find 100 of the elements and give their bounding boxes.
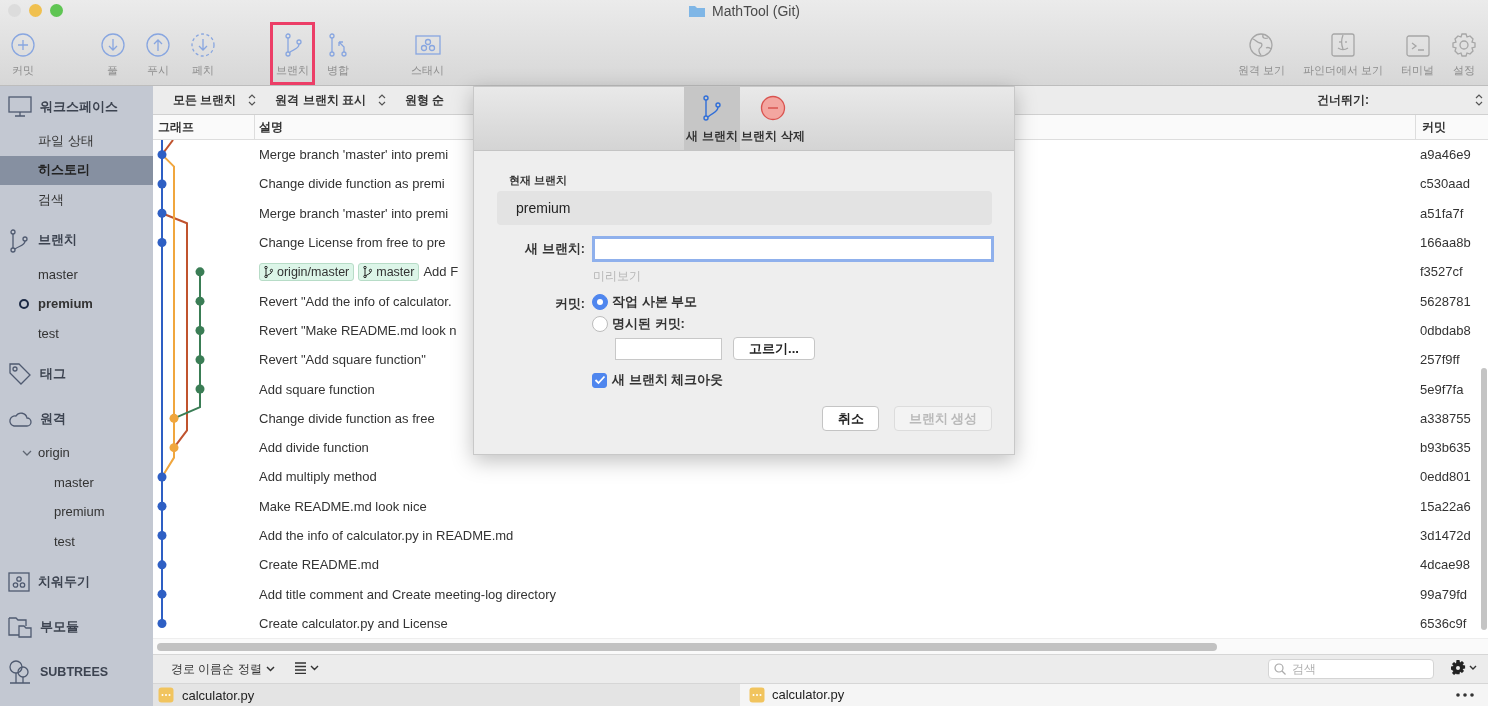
commit-dot (195, 296, 205, 306)
radio-option[interactable]: 작업 사본 부모 (592, 291, 994, 313)
commit-message: Merge branch 'master' into premi (259, 205, 449, 221)
commit-hash: a51fa7f (1420, 205, 1465, 221)
commit-message: Change License from free to pre (259, 235, 446, 251)
commit-hash: 0edd801 (1420, 469, 1472, 485)
current-branch-field: premium (497, 191, 992, 225)
commit-hash: f3527cf (1420, 264, 1464, 280)
commit-message: Revert "Make README.md look n (259, 322, 457, 338)
sidebar-item[interactable]: 파일 상태 (0, 126, 153, 156)
sidebar-section[interactable]: 워크스페이스 (0, 88, 153, 126)
commit-message: Change divide function as premi (259, 176, 445, 192)
window-title: MathTool (Git) (712, 3, 800, 19)
sidebar-section[interactable]: 브랜치 (0, 221, 153, 260)
sidebar-item[interactable]: test (0, 526, 153, 556)
radio-button[interactable] (592, 316, 608, 332)
file-name: calculator.py (772, 687, 845, 703)
sidebar-item[interactable]: premium (0, 289, 153, 319)
checkout-option[interactable]: 새 브랜치 체크아웃 (592, 371, 994, 389)
field-label: 커밋: (553, 296, 586, 313)
commit-input[interactable] (615, 337, 722, 360)
more-icon[interactable] (1456, 693, 1474, 697)
sidebar-section[interactable]: SUBTREES (0, 653, 153, 691)
commit-dot (169, 413, 179, 423)
sidebar-item[interactable]: test (0, 318, 153, 348)
plus-icon (10, 33, 35, 57)
current-branch-icon (19, 298, 29, 309)
choose-button[interactable]: 고르기... (733, 337, 815, 360)
commit-message: Add divide function (259, 440, 369, 456)
updown-icon (248, 94, 257, 106)
commit-message: Change divide function as free (259, 410, 435, 426)
sort-dropdown[interactable]: 경로 이름순 정렬 (167, 658, 279, 680)
commit-dot (157, 179, 167, 189)
commit-message: Create calculator.py and License (259, 615, 448, 631)
commit-message: Revert "Add the info of calculator. (259, 293, 452, 309)
scrollbar-thumb[interactable] (157, 642, 1217, 651)
settings-icon (1452, 33, 1476, 57)
zoom-button[interactable] (50, 4, 63, 17)
dialog-tab[interactable]: 브랜치 삭제 (740, 87, 806, 150)
filter-dropdown[interactable]: 원격 브랜치 표시 (275, 91, 386, 109)
commit-hash: 6536c9f (1420, 615, 1468, 631)
dialog-tab[interactable]: 새 브랜치 (684, 87, 740, 150)
sidebar-section[interactable]: 원격 (0, 400, 153, 438)
sidebar-item[interactable]: 검색 (0, 185, 153, 215)
jump-label: 건너뛰기: (1317, 91, 1369, 109)
sidebar-item[interactable]: 히스토리 (0, 155, 153, 185)
field-label: 새 브랜치: (524, 241, 586, 258)
sidebar-section[interactable]: 치워두기 (0, 563, 153, 601)
scrollbar-thumb[interactable] (1481, 368, 1487, 630)
radio-button[interactable] (592, 294, 608, 310)
commit-message: Add square function (259, 381, 375, 397)
checkbox[interactable] (592, 372, 607, 388)
filter-dropdown[interactable]: 모든 브랜치 (173, 91, 257, 109)
commit-message: Add title comment and Create meeting-log directory (259, 586, 556, 602)
branch-tag: master (358, 262, 420, 281)
commit-hash: 3d1472d (1420, 528, 1472, 543)
sidebar-section[interactable]: 부모듈 (0, 608, 153, 646)
column-header[interactable]: 커밋 (1415, 115, 1488, 139)
tag-icon (8, 362, 32, 386)
branch-icon (8, 228, 30, 253)
updown-icon[interactable] (1475, 94, 1483, 106)
commit-dot (157, 589, 167, 599)
commit-hash: 15a22a6 (1420, 498, 1472, 514)
dialog-button[interactable]: 취소 (822, 406, 879, 431)
minimize-button[interactable] (29, 4, 42, 17)
commit-dot (157, 501, 167, 511)
commit-dot (157, 472, 167, 482)
commit-message: Add multiply method (259, 469, 377, 485)
folders-icon (8, 616, 32, 638)
commit-hash: c530aad (1420, 176, 1471, 192)
preview-text: 미리보기 (592, 268, 642, 285)
finder-icon (1330, 33, 1355, 57)
updown-icon (378, 94, 386, 106)
sidebar-item[interactable]: premium (0, 497, 153, 527)
commit-dot (157, 150, 167, 160)
commit-dot (157, 560, 167, 570)
cloud-icon (8, 411, 32, 427)
minus-circle-icon (760, 95, 786, 121)
commit-dot (195, 384, 205, 394)
column-header[interactable]: 그래프 (153, 115, 255, 139)
monitor-icon (8, 96, 32, 118)
radio-option[interactable]: 명시된 커밋: (592, 313, 994, 335)
field-label: 현재 브랜치 (508, 173, 569, 188)
tree-icon (8, 660, 32, 684)
sidebar-item[interactable]: master (0, 467, 153, 497)
commit-message: Create README.md (259, 557, 379, 573)
filter-dropdown[interactable]: 원형 순 (405, 91, 445, 109)
branch-name-input[interactable] (592, 236, 994, 262)
commit-dot (195, 355, 205, 365)
sidebar-section[interactable]: 태그 (0, 355, 153, 393)
search-icon (1274, 663, 1286, 675)
sidebar-item[interactable]: master (0, 259, 153, 289)
branch-icon (363, 265, 373, 278)
commit-hash: 166aa8b (1420, 235, 1472, 251)
commit-dot (157, 208, 167, 218)
file-name[interactable]: calculator.py (182, 687, 255, 703)
sidebar-item[interactable]: origin (0, 438, 153, 468)
commit-message: Merge branch 'master' into premi (259, 147, 449, 163)
commit-message: Make README.md look nice (259, 498, 427, 514)
search-field[interactable]: 검색 (1268, 659, 1434, 679)
